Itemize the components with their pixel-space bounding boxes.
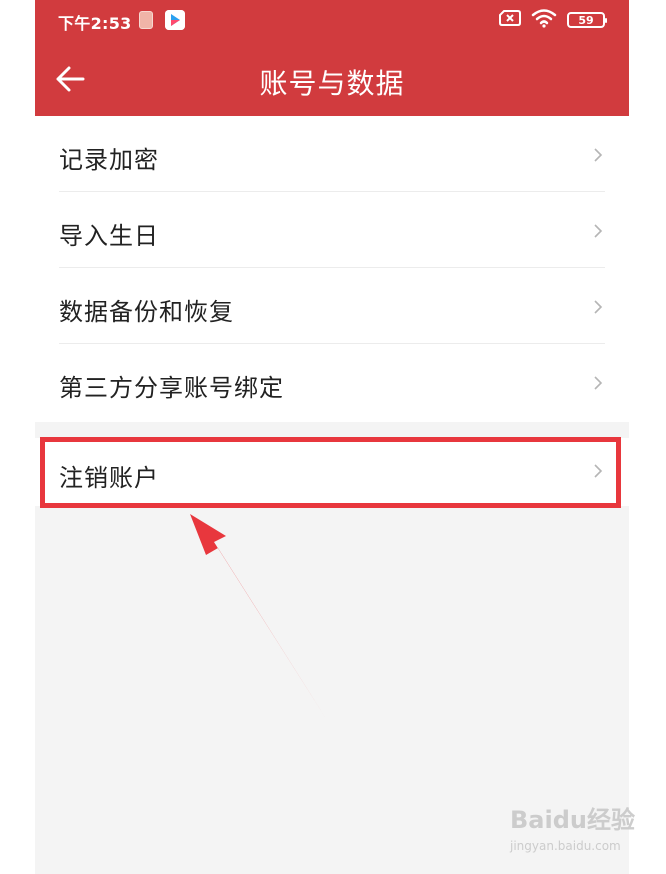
status-time: 下午2:53	[58, 14, 132, 33]
app-header: 下午2:53 59 账号与数据	[35, 0, 629, 116]
chevron-right-icon	[594, 376, 603, 390]
menu-item-label: 注销账户	[59, 464, 159, 492]
chevron-right-icon	[594, 464, 603, 478]
menu-item-label: 数据备份和恢复	[59, 298, 234, 326]
menu-item-deactivate-account[interactable]: 注销账户	[35, 438, 629, 506]
status-indicators: 59	[499, 8, 607, 32]
chevron-right-icon	[594, 224, 603, 238]
menu-item-third-party-binding[interactable]: 第三方分享账号绑定	[35, 344, 629, 420]
video-app-icon	[165, 10, 185, 30]
account-menu-group: 注销账户	[35, 438, 629, 506]
notification-app-icon	[139, 11, 153, 29]
battery-icon: 59	[567, 12, 607, 28]
page-title: 账号与数据	[259, 67, 405, 100]
status-bar: 下午2:53 59	[35, 0, 629, 42]
chevron-right-icon	[594, 148, 603, 162]
menu-item-label: 导入生日	[59, 222, 159, 250]
watermark-url: jingyan.baidu.com	[510, 839, 621, 853]
battery-level: 59	[578, 13, 594, 27]
chevron-right-icon	[594, 300, 603, 314]
menu-item-record-encryption[interactable]: 记录加密	[35, 116, 629, 192]
settings-menu-group: 记录加密 导入生日 数据备份和恢复 第三方分享账号绑定	[35, 116, 629, 422]
watermark-brand: Baidu经验	[510, 806, 635, 834]
sim-error-icon	[499, 9, 521, 31]
wifi-icon	[531, 8, 557, 32]
baidu-watermark: Baidu经验 jingyan.baidu.com	[510, 800, 635, 853]
nav-bar: 账号与数据	[35, 42, 629, 116]
phone-screen: 下午2:53 59 账号与数据 记录加密 导入生日 数据备份和恢复 第三方分享账…	[35, 0, 629, 874]
menu-item-data-backup-restore[interactable]: 数据备份和恢复	[35, 268, 629, 344]
menu-item-label: 记录加密	[59, 146, 159, 174]
menu-item-import-birthday[interactable]: 导入生日	[35, 192, 629, 268]
menu-item-label: 第三方分享账号绑定	[59, 374, 284, 402]
